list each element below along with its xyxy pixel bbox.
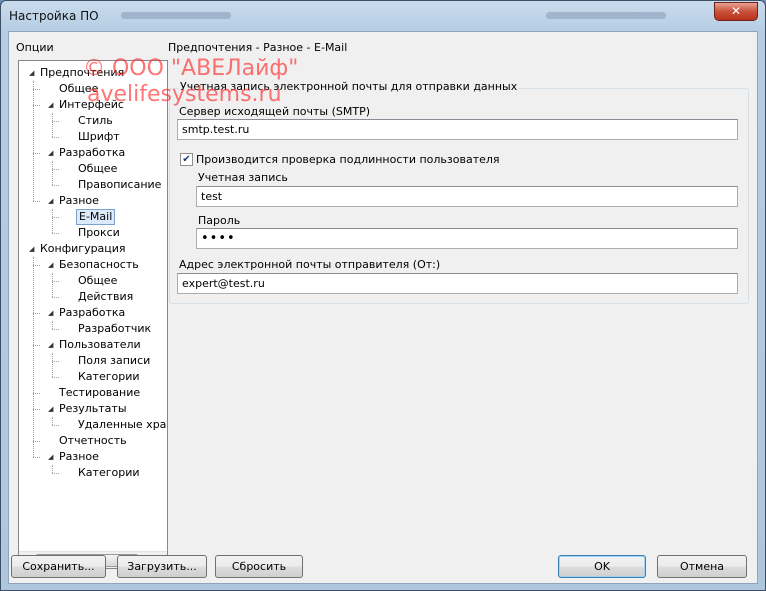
tree-item-пользователи[interactable]: Пользователи: [57, 337, 143, 353]
tree-connector: [52, 113, 53, 137]
tree-connector: [52, 169, 59, 170]
tree-connector: [33, 345, 40, 346]
tree-connector: [52, 297, 59, 298]
expand-arrow-icon[interactable]: ◢: [29, 69, 37, 77]
close-button[interactable]: ✕: [714, 2, 758, 21]
tree-item-поля-записи[interactable]: Поля записи: [76, 353, 152, 369]
expand-arrow-icon[interactable]: ◢: [48, 341, 56, 349]
tree-connector: [52, 425, 59, 426]
tree-connector: [33, 105, 40, 106]
tree-connector: [33, 153, 40, 154]
tree-connector: [52, 361, 59, 362]
close-icon: ✕: [730, 4, 742, 18]
options-tree[interactable]: ◢ Предпочтения Общее ◢ Интерфейс Стиль Шрифт ◢ Р…: [18, 60, 168, 569]
expand-arrow-icon[interactable]: ◢: [48, 405, 56, 413]
tree-connector: [33, 89, 40, 90]
tree-connector: [52, 377, 59, 378]
tree-connector: [52, 121, 59, 122]
password-input[interactable]: ••••: [196, 228, 738, 249]
expand-arrow-icon[interactable]: ◢: [48, 101, 56, 109]
password-label: Пароль: [198, 214, 241, 227]
account-label: Учетная запись: [198, 171, 288, 184]
checkmark-icon: ✔: [182, 154, 191, 165]
tree-item-стиль[interactable]: Стиль: [76, 113, 115, 129]
tree-item-прокси[interactable]: Прокси: [76, 225, 122, 241]
tree-connector: [52, 137, 59, 138]
tree-connector: [33, 201, 40, 202]
expand-arrow-icon[interactable]: ◢: [48, 453, 56, 461]
watermark-copyright: © ООО "АВЕЛайф": [83, 56, 299, 81]
load-button[interactable]: Загрузить...: [117, 555, 207, 578]
tree-item-тестирование[interactable]: Тестирование: [57, 385, 142, 401]
tree-item-отчетность[interactable]: Отчетность: [57, 433, 129, 449]
tree-connector: [52, 473, 59, 474]
cancel-button[interactable]: Отмена: [657, 555, 747, 578]
from-input[interactable]: expert@test.ru: [177, 273, 738, 294]
tree-item-общее[interactable]: Общее: [76, 161, 119, 177]
watermark-website: avelifesystems.ru: [87, 82, 282, 107]
account-input[interactable]: test: [196, 186, 738, 207]
tree-connector: [52, 281, 59, 282]
auth-checkbox-label[interactable]: Производится проверка подлинности пользо…: [196, 153, 500, 166]
tree-connector: [52, 465, 53, 473]
tree-item-безопасность[interactable]: Безопасность: [57, 257, 141, 273]
tree-connector: [52, 417, 53, 425]
tree-item-конфигурация[interactable]: Конфигурация: [38, 241, 128, 257]
tree-connector: [33, 257, 34, 457]
tree-connector: [33, 313, 40, 314]
tree-item-разное[interactable]: Разное: [57, 193, 101, 209]
tree-item-разработка[interactable]: Разработка: [57, 145, 127, 161]
title-blurred-text: [121, 12, 231, 19]
tree-connector: [33, 441, 40, 442]
settings-window: Настройка ПО ✕ Опции Предпочтения - Разн…: [0, 0, 766, 591]
window-title: Настройка ПО: [9, 9, 99, 23]
tree-item-категории[interactable]: Категории: [76, 369, 142, 385]
from-label: Адрес электронной почты отправителя (От:…: [179, 258, 441, 271]
tree-connector: [33, 81, 34, 201]
tree-connector: [52, 209, 53, 233]
tree-item-общее[interactable]: Общее: [76, 273, 119, 289]
tree-connector: [33, 409, 40, 410]
client-area: Опции Предпочтения - Разное - E-Mail ◢ Пр…: [8, 31, 758, 584]
tree-item-категории[interactable]: Категории: [76, 465, 142, 481]
expand-arrow-icon[interactable]: ◢: [48, 149, 56, 157]
breadcrumb: Предпочтения - Разное - E-Mail: [168, 41, 348, 54]
tree-item-разное[interactable]: Разное: [57, 449, 101, 465]
tree-item-правописание[interactable]: Правописание: [76, 177, 163, 193]
tree-connector: [33, 457, 40, 458]
expand-arrow-icon[interactable]: ◢: [48, 197, 56, 205]
tree-item-разработчик[interactable]: Разработчик: [76, 321, 153, 337]
auth-checkbox[interactable]: ✔: [180, 153, 193, 166]
tree-connector: [52, 217, 59, 218]
tree-item-e-mail[interactable]: E-Mail: [76, 209, 116, 225]
expand-arrow-icon[interactable]: ◢: [48, 261, 56, 269]
tree-connector: [33, 393, 40, 394]
tree-item-разработка[interactable]: Разработка: [57, 305, 127, 321]
tree-connector: [52, 353, 53, 377]
options-label: Опции: [16, 41, 54, 54]
tree-item-действия[interactable]: Действия: [76, 289, 135, 305]
ok-button[interactable]: OK: [558, 555, 646, 578]
tree-connector: [52, 321, 53, 329]
tree-connector: [52, 185, 59, 186]
save-button[interactable]: Сохранить...: [11, 555, 106, 578]
reset-button[interactable]: Сбросить: [215, 555, 303, 578]
tree-item-удаленные-хра[interactable]: Удаленные хра: [76, 417, 167, 433]
tree-connector: [52, 233, 59, 234]
expand-arrow-icon[interactable]: ◢: [29, 245, 37, 253]
tree-item-результаты[interactable]: Результаты: [57, 401, 129, 417]
title-bar[interactable]: Настройка ПО ✕: [1, 1, 765, 31]
title-blurred-text: [546, 12, 666, 19]
tree-connector: [52, 273, 53, 297]
tree-connector: [52, 161, 53, 185]
tree-connector: [33, 265, 40, 266]
tree-item-шрифт[interactable]: Шрифт: [76, 129, 122, 145]
tree-connector: [52, 329, 59, 330]
expand-arrow-icon[interactable]: ◢: [48, 309, 56, 317]
smtp-input[interactable]: smtp.test.ru: [177, 119, 738, 140]
